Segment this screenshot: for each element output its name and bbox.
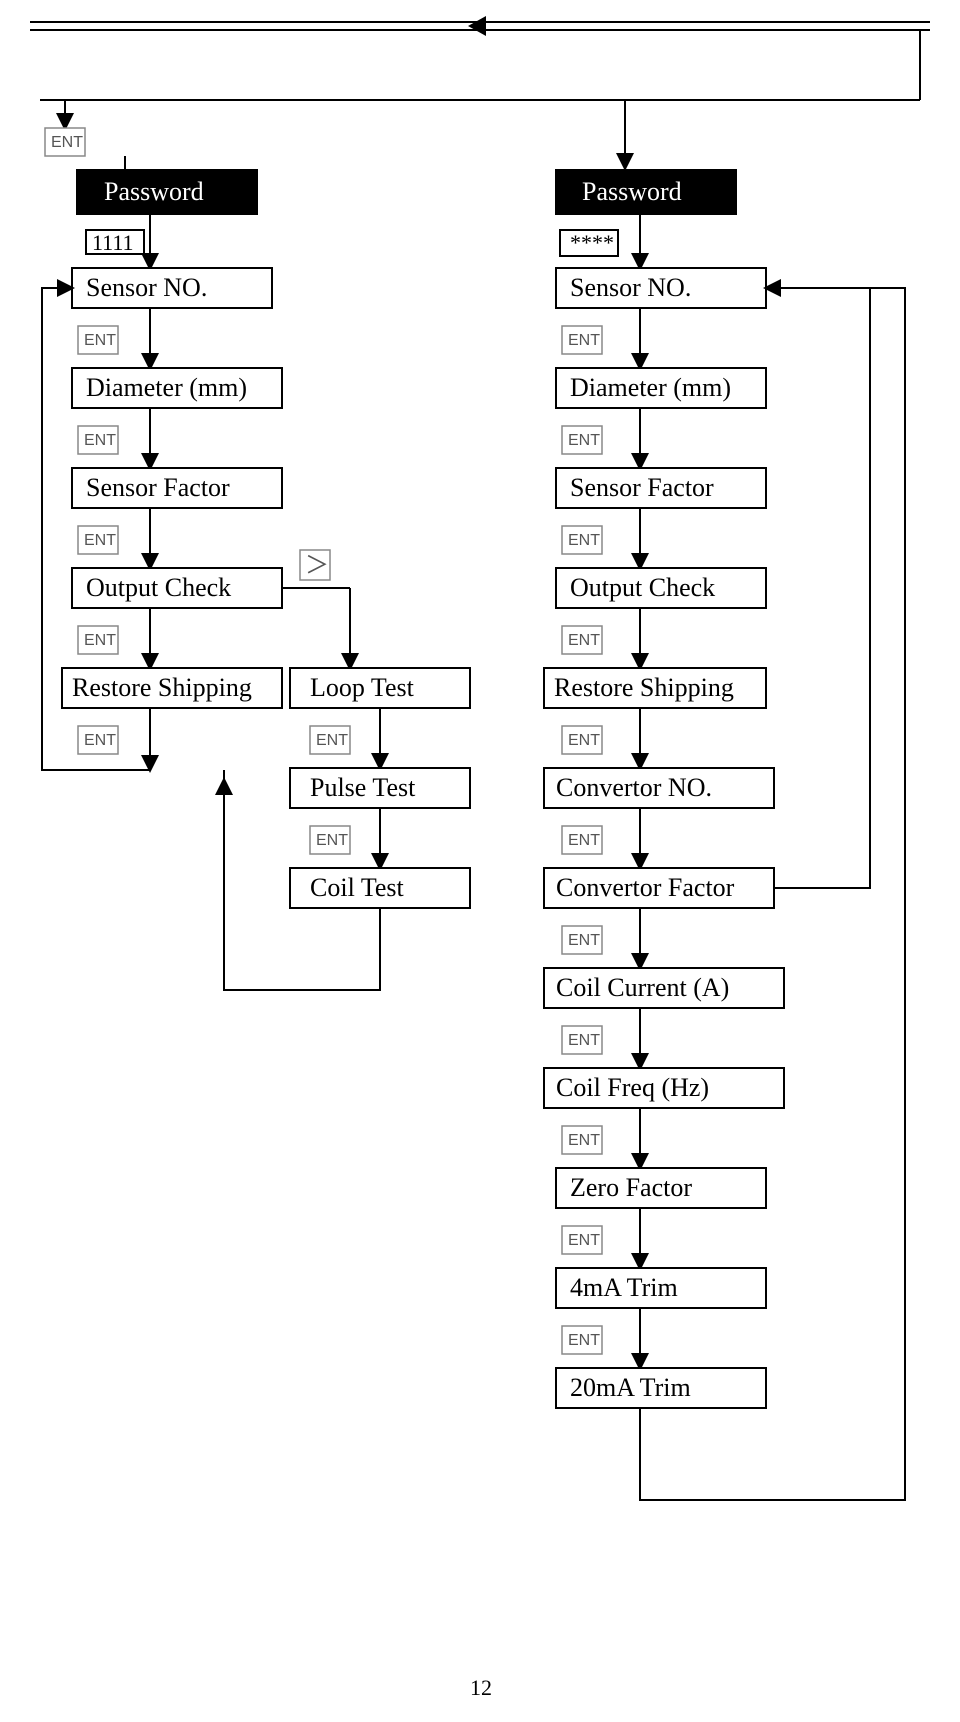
ent-label: ENT: [84, 532, 116, 549]
ent-label: ENT: [568, 1132, 600, 1149]
step-left-4-text: Restore Shipping: [72, 673, 252, 702]
branch-2-text: Coil Test: [310, 873, 405, 902]
pw-value-right-text: ****: [570, 230, 614, 255]
pw-value-left-text: 1111: [92, 230, 134, 255]
step-right-8-text: Coil Freq (Hz): [556, 1073, 709, 1102]
ent-label: ENT: [568, 1332, 600, 1349]
ent-label: ENT: [51, 134, 83, 151]
page-number: 12: [470, 1675, 492, 1700]
step-left-2-text: Sensor Factor: [86, 473, 230, 502]
step-right-6-text: Convertor Factor: [556, 873, 735, 902]
ent-label: ENT: [568, 332, 600, 349]
step-left-1-text: Diameter (mm): [86, 373, 247, 402]
step-right-3-text: Output Check: [570, 573, 715, 602]
step-left-3-text: Output Check: [86, 573, 231, 602]
step-right-5-text: Convertor NO.: [556, 773, 712, 802]
step-right-1-text: Diameter (mm): [570, 373, 731, 402]
ent-label: ENT: [568, 832, 600, 849]
step-right-0-text: Sensor NO.: [570, 273, 691, 302]
ent-label: ENT: [568, 732, 600, 749]
step-right-9-text: Zero Factor: [570, 1173, 692, 1202]
ent-label: ENT: [568, 632, 600, 649]
ent-label: ENT: [568, 432, 600, 449]
password-label-left: Password: [104, 177, 204, 206]
ent-label: ENT: [84, 632, 116, 649]
password-label-right: Password: [582, 177, 682, 206]
ent-label: ENT: [316, 732, 348, 749]
step-right-7-text: Coil Current (A): [556, 973, 729, 1002]
ent-label: ENT: [568, 1032, 600, 1049]
ent-label: ENT: [568, 932, 600, 949]
ent-label: ENT: [84, 432, 116, 449]
ent-label: ENT: [84, 332, 116, 349]
ent-label: ENT: [84, 732, 116, 749]
ent-label: ENT: [568, 1232, 600, 1249]
ent-label: ENT: [316, 832, 348, 849]
step-right-11-text: 20mA Trim: [570, 1373, 691, 1402]
step-right-4-text: Restore Shipping: [554, 673, 734, 702]
ent-label: ENT: [568, 532, 600, 549]
branch-1-text: Pulse Test: [310, 773, 416, 802]
step-right-10-text: 4mA Trim: [570, 1273, 678, 1302]
step-left-0-text: Sensor NO.: [86, 273, 207, 302]
gt-symbol: ＞: [305, 553, 329, 579]
branch-0-text: Loop Test: [310, 673, 415, 702]
step-right-2-text: Sensor Factor: [570, 473, 714, 502]
